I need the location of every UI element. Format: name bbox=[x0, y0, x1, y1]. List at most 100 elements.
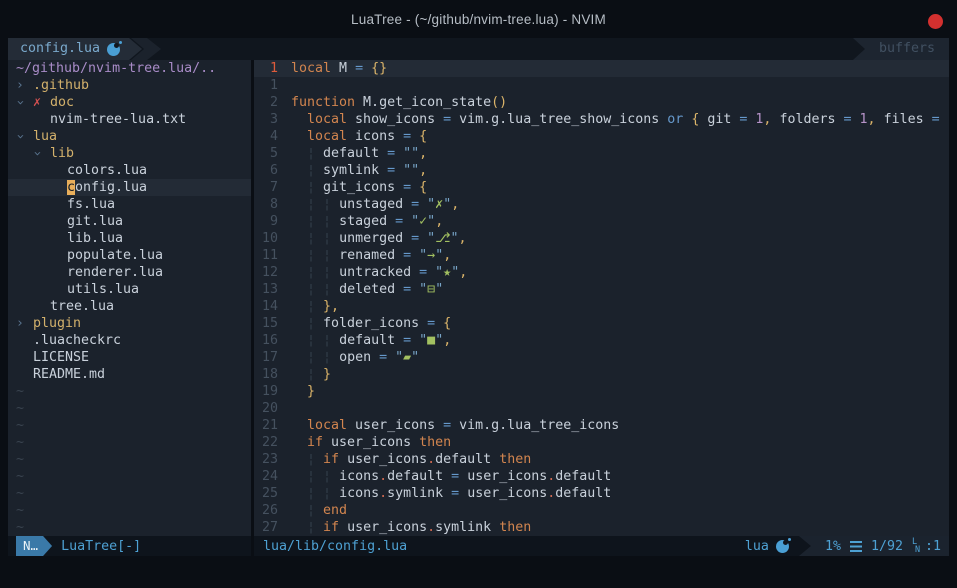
code-line[interactable]: 27 ¦ if user_icons.symlink then bbox=[254, 519, 949, 536]
code-line[interactable]: 7 ¦ git_icons = { bbox=[254, 179, 949, 196]
code-line[interactable]: 5 ¦ default = "", bbox=[254, 145, 949, 162]
tree-item-nvim-tree-lua.txt[interactable]: nvim-tree-lua.txt bbox=[8, 111, 251, 128]
tree-item-label: lib bbox=[50, 146, 74, 161]
tree-item-label: colors.lua bbox=[67, 163, 147, 178]
tree-item-label: tree.lua bbox=[50, 299, 114, 314]
indent-guide: ¦ bbox=[323, 486, 331, 501]
line-number: 12 bbox=[254, 264, 278, 281]
tree-item-utils.lua[interactable]: utils.lua bbox=[8, 281, 251, 298]
indent-guide: ¦ bbox=[307, 486, 315, 501]
code-line[interactable]: 15 ¦ folder_icons = { bbox=[254, 315, 949, 332]
code-line[interactable]: 9 ¦ ¦ staged = "✓", bbox=[254, 213, 949, 230]
tree-root-path[interactable]: ~/github/nvim-tree.lua/.. bbox=[8, 60, 251, 77]
code-line[interactable]: 6 ¦ symlink = "", bbox=[254, 162, 949, 179]
nvim-frame: config.lua buffers ~/github/nvim-tree.lu… bbox=[8, 38, 949, 556]
code-line[interactable]: 2function M.get_icon_state() bbox=[254, 94, 949, 111]
filetype-group: lua bbox=[745, 539, 789, 554]
code-line[interactable]: 18 ¦ } bbox=[254, 366, 949, 383]
tree-item-lib.lua[interactable]: lib.lua bbox=[8, 230, 251, 247]
code-line[interactable]: 1local M = {} bbox=[254, 60, 949, 77]
tree-item-lua[interactable]: ›lua bbox=[8, 128, 251, 145]
code-line[interactable]: 13 ¦ ¦ deleted = "⊟" bbox=[254, 281, 949, 298]
code-line[interactable]: 25 ¦ ¦ icons.symlink = user_icons.defaul… bbox=[254, 485, 949, 502]
empty-line-tilde: ~ bbox=[8, 400, 251, 417]
code-line[interactable]: 20 bbox=[254, 400, 949, 417]
code-line[interactable]: 1 bbox=[254, 77, 949, 94]
line-number: 11 bbox=[254, 247, 278, 264]
line-number: 9 bbox=[254, 213, 278, 230]
code-line[interactable]: 22 if user_icons then bbox=[254, 434, 949, 451]
tabline: config.lua buffers bbox=[8, 38, 949, 60]
indent-guide: ¦ bbox=[307, 282, 315, 297]
buffers-label: buffers bbox=[853, 38, 949, 60]
chevron-down-icon[interactable]: › bbox=[16, 94, 33, 111]
tree-item-LICENSE[interactable]: LICENSE bbox=[8, 349, 251, 366]
tree-item-.github[interactable]: ›.github bbox=[8, 77, 251, 94]
indent-guide: ¦ bbox=[323, 333, 331, 348]
code-line[interactable]: 11 ¦ ¦ renamed = "→", bbox=[254, 247, 949, 264]
tree-item-colors.lua[interactable]: colors.lua bbox=[8, 162, 251, 179]
chevron-right-icon[interactable]: › bbox=[16, 315, 33, 332]
code-line[interactable]: 12 ¦ ¦ untracked = "★", bbox=[254, 264, 949, 281]
line-number: 14 bbox=[254, 298, 278, 315]
code-pane: 1local M = {}12function M.get_icon_state… bbox=[254, 60, 949, 536]
code-line[interactable]: 26 ¦ end bbox=[254, 502, 949, 519]
tree-item-plugin[interactable]: ›plugin bbox=[8, 315, 251, 332]
empty-line-tilde: ~ bbox=[8, 417, 251, 434]
tree-item-tree.lua[interactable]: tree.lua bbox=[8, 298, 251, 315]
code-line[interactable]: 23 ¦ if user_icons.default then bbox=[254, 451, 949, 468]
file-tree-pane: ~/github/nvim-tree.lua/..›.github›✗docnv… bbox=[8, 60, 251, 536]
indent-guide: ¦ bbox=[307, 469, 315, 484]
string-icon-glyph: ⎇ bbox=[435, 231, 450, 246]
line-number: 21 bbox=[254, 417, 278, 434]
code-line[interactable]: 16 ¦ ¦ default = "■", bbox=[254, 332, 949, 349]
line-number: 7 bbox=[254, 179, 278, 196]
tree-item-renderer.lua[interactable]: renderer.lua bbox=[8, 264, 251, 281]
string-icon-glyph: ✓ bbox=[419, 214, 427, 229]
indent-guide: ¦ bbox=[307, 503, 315, 518]
window-title: LuaTree - (~/github/nvim-tree.lua) - NVI… bbox=[351, 12, 606, 27]
indent-guide: ¦ bbox=[307, 180, 315, 195]
chevron-down-icon[interactable]: › bbox=[33, 145, 50, 162]
statusline: N… LuaTree[-] lua/lib/config.lua lua 1% … bbox=[8, 536, 949, 556]
tab-config-lua[interactable]: config.lua bbox=[8, 38, 142, 60]
column-group: L N :1 bbox=[912, 539, 941, 554]
indent-guide: ¦ bbox=[323, 214, 331, 229]
tree-item-git.lua[interactable]: git.lua bbox=[8, 213, 251, 230]
indent-guide: ¦ bbox=[323, 265, 331, 280]
indent-guide: ¦ bbox=[307, 367, 315, 382]
indent-guide: ¦ bbox=[323, 469, 331, 484]
line-number: 24 bbox=[254, 468, 278, 485]
code-line[interactable]: 21 local user_icons = vim.g.lua_tree_ico… bbox=[254, 417, 949, 434]
code-line[interactable]: 3 local show_icons = vim.g.lua_tree_show… bbox=[254, 111, 949, 128]
tree-item-label: renderer.lua bbox=[67, 265, 163, 280]
code-line[interactable]: 8 ¦ ¦ unstaged = "✗", bbox=[254, 196, 949, 213]
chevron-right-icon[interactable]: › bbox=[16, 77, 33, 94]
code-line[interactable]: 4 local icons = { bbox=[254, 128, 949, 145]
code-line[interactable]: 10 ¦ ¦ unmerged = "⎇", bbox=[254, 230, 949, 247]
indent-guide: ¦ bbox=[307, 316, 315, 331]
line-number: 4 bbox=[254, 128, 278, 145]
tree-item-config.lua[interactable]: config.lua bbox=[8, 179, 251, 196]
chevron-down-icon[interactable]: › bbox=[16, 128, 33, 145]
empty-line-tilde: ~ bbox=[8, 383, 251, 400]
tree-item-doc[interactable]: ›✗doc bbox=[8, 94, 251, 111]
line-number: 8 bbox=[254, 196, 278, 213]
tree-item-.luacheckrc[interactable]: .luacheckrc bbox=[8, 332, 251, 349]
tree-item-populate.lua[interactable]: populate.lua bbox=[8, 247, 251, 264]
statusline-code: lua/lib/config.lua lua 1% 1/92 L N :1 bbox=[254, 536, 949, 556]
line-number: 1 bbox=[254, 60, 278, 77]
code-line[interactable]: 24 ¦ ¦ icons.default = user_icons.defaul… bbox=[254, 468, 949, 485]
line-number: 22 bbox=[254, 434, 278, 451]
string-icon-glyph: → bbox=[427, 248, 435, 263]
tree-item-lib[interactable]: ›lib bbox=[8, 145, 251, 162]
code-line[interactable]: 17 ¦ ¦ open = "▰" bbox=[254, 349, 949, 366]
code-line[interactable]: 14 ¦ }, bbox=[254, 298, 949, 315]
statusline-tree: N… LuaTree[-] bbox=[8, 536, 251, 556]
code-line[interactable]: 19 } bbox=[254, 383, 949, 400]
tree-item-README.md[interactable]: README.md bbox=[8, 366, 251, 383]
close-button[interactable] bbox=[928, 14, 943, 29]
tree-item-fs.lua[interactable]: fs.lua bbox=[8, 196, 251, 213]
indent-guide: ¦ bbox=[307, 333, 315, 348]
tree-item-label: .github bbox=[33, 78, 89, 93]
